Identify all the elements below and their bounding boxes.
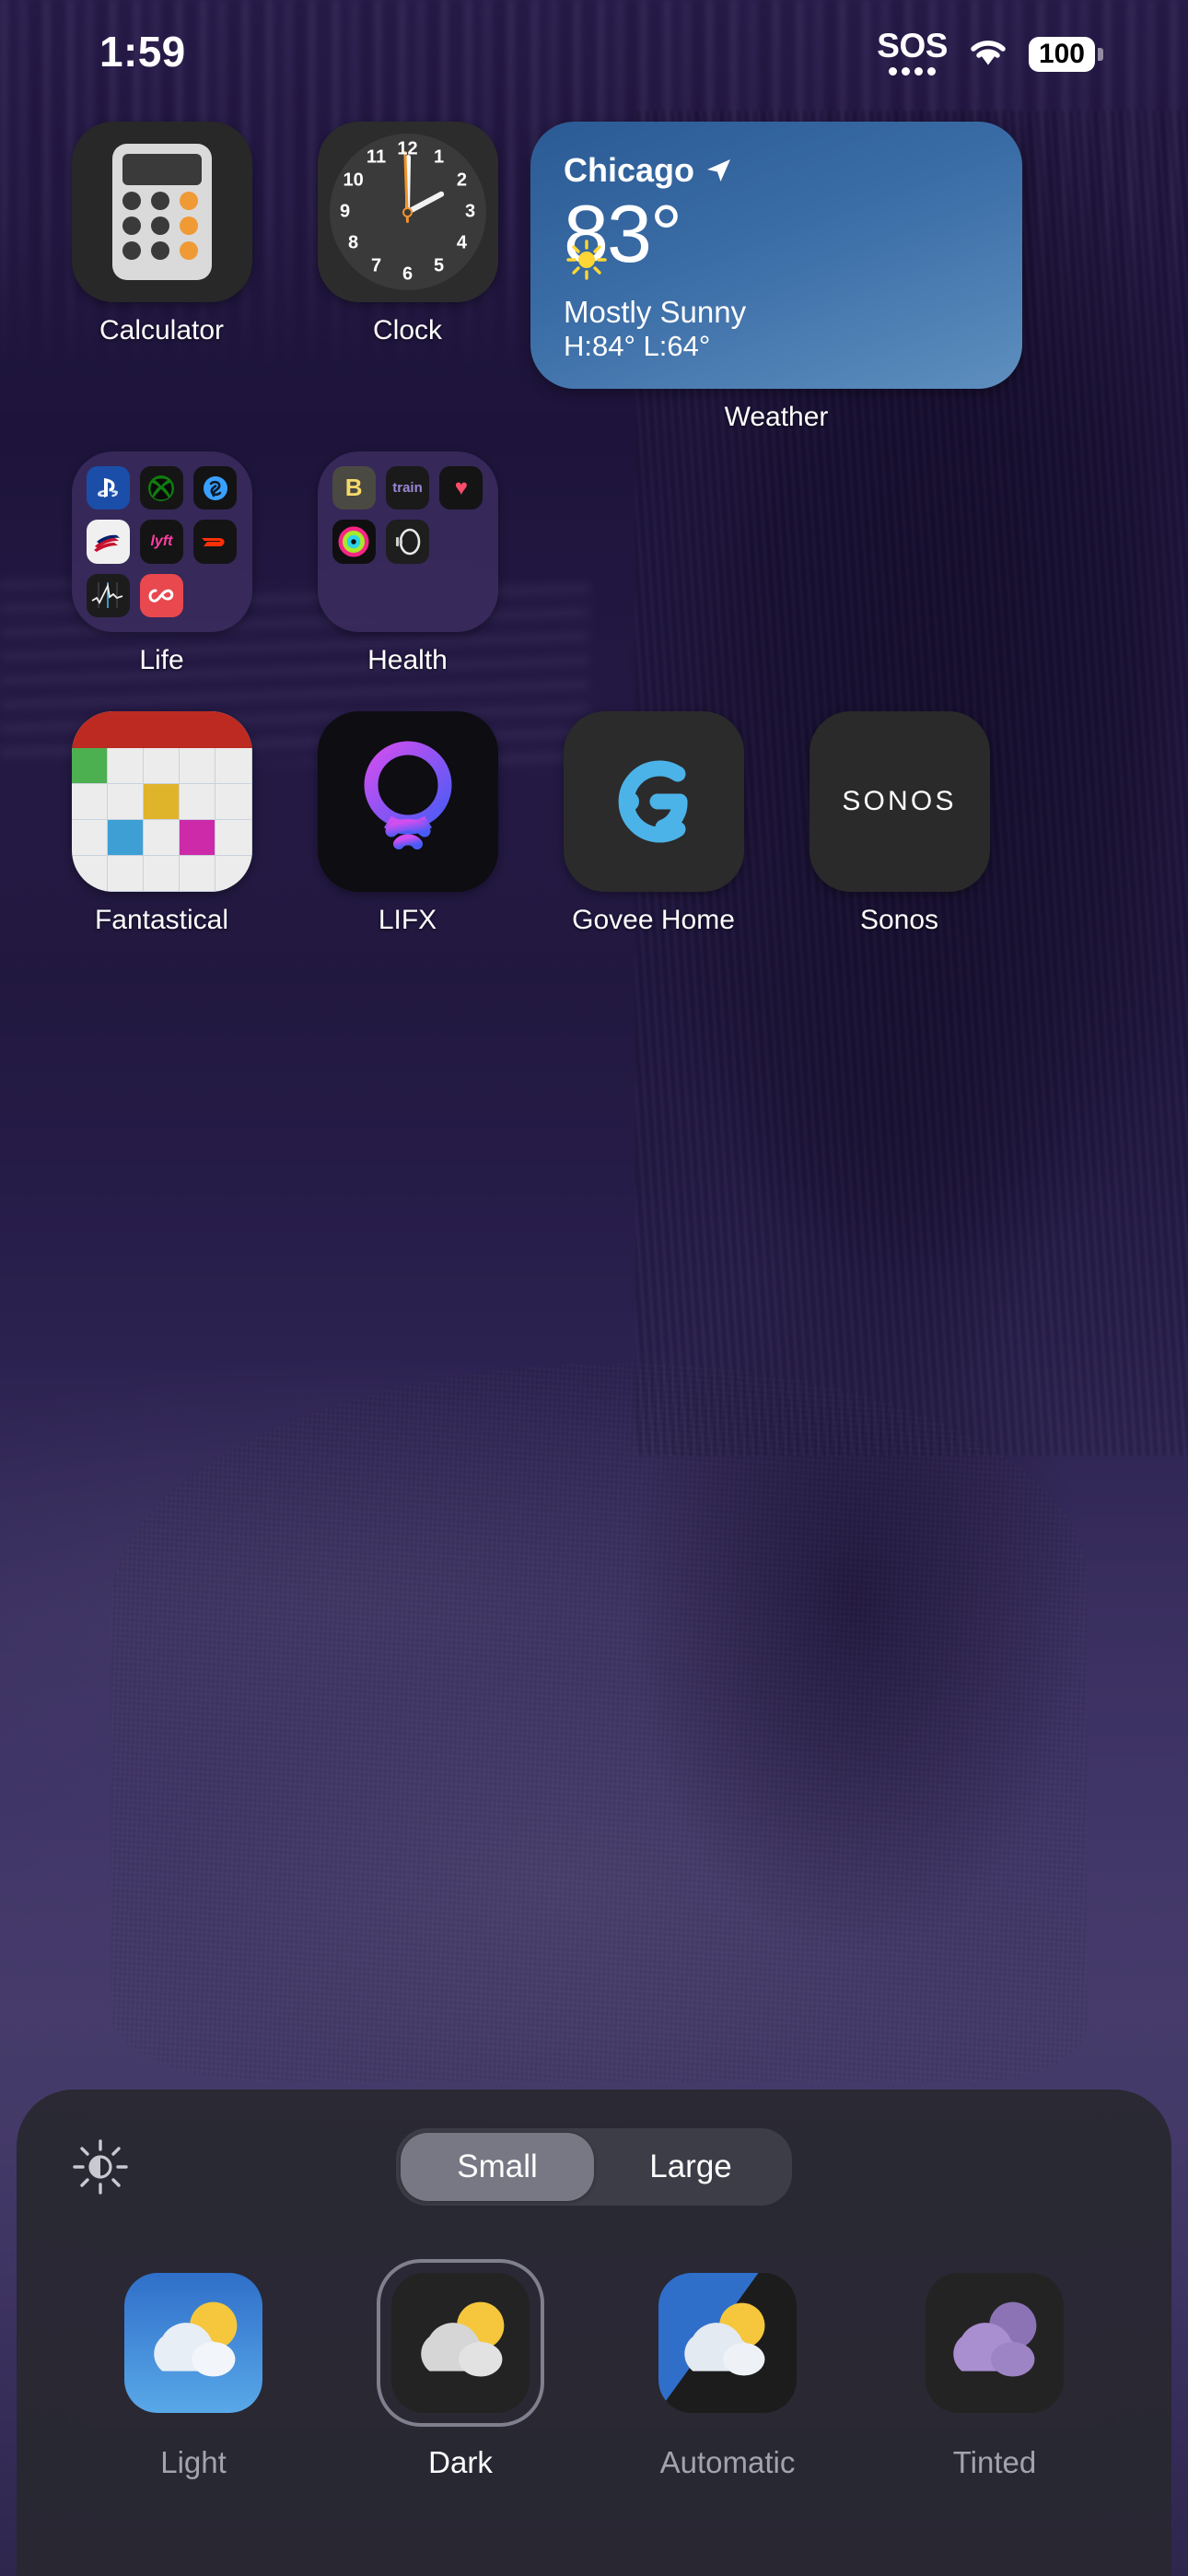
mode-label: Tinted <box>952 2445 1037 2479</box>
shazam-icon <box>193 466 238 510</box>
battery-indicator: 100 <box>1028 37 1103 76</box>
calculator-icon[interactable] <box>71 122 252 302</box>
size-option-large[interactable]: Large <box>594 2133 787 2201</box>
fantastical-icon[interactable] <box>71 711 252 892</box>
wifi-icon <box>968 36 1008 76</box>
clock-numeral: 7 <box>370 255 382 276</box>
signal-dots-icon <box>889 66 937 76</box>
folder-life[interactable]: lyft Life <box>39 451 285 676</box>
weather-high-low: H:84° L:64° <box>564 330 711 362</box>
bank-of-america-icon <box>86 520 130 564</box>
weather-dark-icon[interactable] <box>391 2273 530 2413</box>
weather-automatic-icon[interactable] <box>658 2273 797 2413</box>
app-sonos[interactable]: SONOS Sonos <box>776 711 1022 936</box>
clock-numeral: 3 <box>464 201 476 222</box>
weather-widget[interactable]: Chicago 83° Mostly Sunny H:84° L:64° <box>530 122 1022 389</box>
folder-icon[interactable]: lyft <box>71 451 252 632</box>
customize-panel: Small Large Light Dark Automatic Tinted <box>17 2090 1171 2576</box>
health-icon: ♥ <box>439 466 483 510</box>
panel-top-row: Small Large <box>64 2128 1124 2206</box>
lyft-icon: lyft <box>139 520 184 564</box>
brightness-icon[interactable] <box>64 2138 136 2195</box>
app-label: Sonos <box>859 905 939 935</box>
stocks-icon <box>86 573 130 617</box>
app-clock[interactable]: 1 2 3 4 5 6 7 8 9 10 11 12 Clock <box>285 122 530 433</box>
weather-condition: Mostly Sunny <box>564 295 747 329</box>
weather-tinted-icon[interactable] <box>926 2273 1064 2413</box>
status-indicators: SOS 100 <box>877 29 1103 76</box>
weather-city: Chicago <box>564 151 695 189</box>
clock-numeral: 9 <box>339 201 351 222</box>
app-label: Calculator <box>99 315 225 345</box>
xbox-icon <box>139 466 184 510</box>
clock-numeral: 11 <box>366 146 387 168</box>
app-calculator[interactable]: Calculator <box>39 122 285 433</box>
authy-icon <box>139 573 184 617</box>
mode-label: Automatic <box>659 2445 796 2479</box>
sos-indicator: SOS <box>877 29 948 76</box>
folder-label: Health <box>367 645 448 675</box>
app-fantastical[interactable]: Fantastical <box>39 711 285 936</box>
sos-label: SOS <box>877 26 948 64</box>
home-row-1: Calculator 1 2 3 4 5 6 7 8 9 10 11 12 Clock Chicago <box>0 122 1188 433</box>
app-label: Clock <box>372 315 442 345</box>
home-row-3: Fantastical LIFX Govee Home SONOS Sonos <box>0 711 1188 936</box>
icon-size-segmented-control[interactable]: Small Large <box>396 2128 792 2206</box>
size-option-small[interactable]: Small <box>401 2133 594 2201</box>
sonos-icon[interactable]: SONOS <box>809 711 990 892</box>
appearance-mode-automatic[interactable]: Automatic <box>608 2259 847 2480</box>
app-label: LIFX <box>378 905 437 935</box>
clock-numeral: 5 <box>433 255 445 276</box>
appearance-mode-light[interactable]: Light <box>74 2259 313 2480</box>
folder-icon[interactable]: B train ♥ <box>317 451 498 632</box>
app-label: Fantastical <box>94 905 229 935</box>
widget-label: Weather <box>724 402 829 432</box>
app-govee-home[interactable]: Govee Home <box>530 711 776 936</box>
sun-icon <box>566 240 607 280</box>
battery-tip-icon <box>1098 47 1103 61</box>
clock-numeral: 10 <box>343 170 364 191</box>
clock-icon[interactable]: 1 2 3 4 5 6 7 8 9 10 11 12 <box>317 122 498 302</box>
weather-city-row: Chicago <box>564 151 989 190</box>
bevel-icon: B <box>332 466 376 510</box>
weather-light-icon[interactable] <box>124 2273 262 2413</box>
govee-home-icon[interactable] <box>563 711 744 892</box>
oura-icon <box>385 520 430 564</box>
lifx-icon[interactable] <box>317 711 498 892</box>
train-icon: train <box>385 466 430 510</box>
fitness-icon <box>332 520 376 564</box>
status-bar: 1:59 SOS 100 <box>0 0 1188 103</box>
mode-label: Light <box>160 2445 227 2479</box>
status-time: 1:59 <box>99 28 186 76</box>
clock-numeral: 4 <box>456 232 467 253</box>
folder-label: Life <box>139 645 184 675</box>
home-row-2: lyft Life B train ♥ Health <box>0 451 1188 676</box>
battery-percent: 100 <box>1028 37 1095 72</box>
appearance-mode-tinted[interactable]: Tinted <box>875 2259 1114 2480</box>
clock-numeral: 1 <box>433 146 445 168</box>
folder-health[interactable]: B train ♥ Health <box>285 451 530 676</box>
clock-numeral: 6 <box>402 263 413 285</box>
appearance-mode-dark[interactable]: Dark <box>341 2259 580 2480</box>
widget-weather[interactable]: Chicago 83° Mostly Sunny H:84° L:64° Wea… <box>530 122 1022 433</box>
clock-numeral: 8 <box>348 232 359 253</box>
clock-numeral: 12 <box>397 138 418 159</box>
clock-numeral: 2 <box>456 170 467 191</box>
playstation-icon <box>86 466 130 510</box>
home-screen-grid: Calculator 1 2 3 4 5 6 7 8 9 10 11 12 Clock Chicago <box>0 122 1188 954</box>
doordash-icon <box>193 520 238 564</box>
location-arrow-icon <box>707 159 731 181</box>
weather-details: Mostly Sunny H:84° L:64° <box>564 237 746 363</box>
sonos-wordmark: SONOS <box>842 786 957 816</box>
mode-label: Dark <box>428 2445 493 2479</box>
app-lifx[interactable]: LIFX <box>285 711 530 936</box>
appearance-mode-row: Light Dark Automatic Tinted <box>64 2259 1124 2480</box>
app-label: Govee Home <box>572 905 735 935</box>
